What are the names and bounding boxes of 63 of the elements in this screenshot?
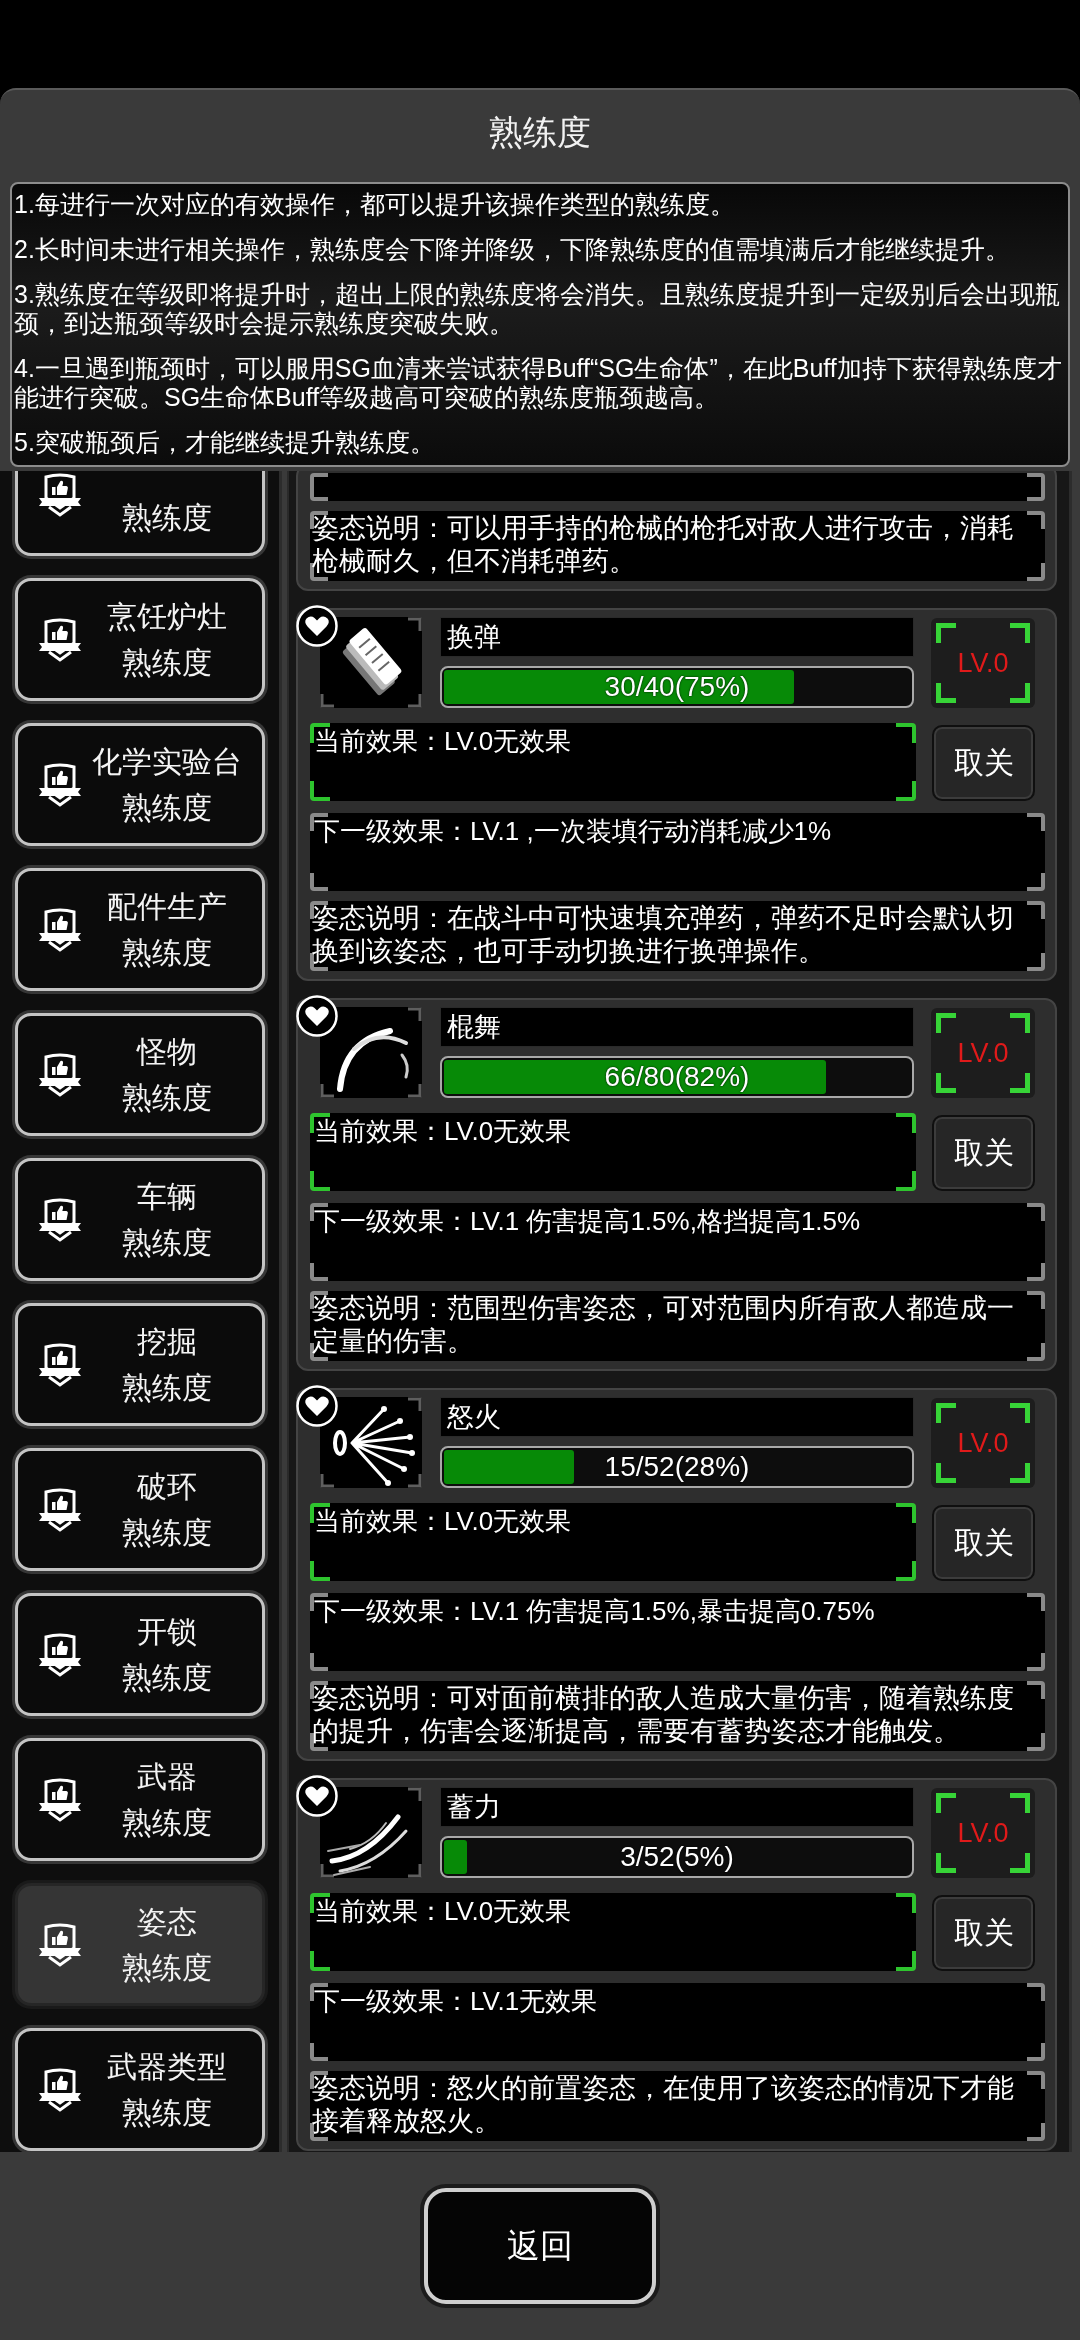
bullet-spray-icon <box>320 1397 422 1488</box>
category-tab[interactable]: 熟练度 <box>15 471 265 556</box>
progress-reading: 66/80(82%) <box>604 1060 750 1094</box>
current-effect-panel: 当前效果：LV.0无效果 <box>310 1113 916 1191</box>
current-effect-panel: 当前效果：LV.0无效果 <box>310 1893 916 1971</box>
rule-text: 4.一旦遇到瓶颈时，可以服用SG血清来尝试获得Buff“SG生命体”，在此Buff加持下获得熟练度才能进行突破。SG生命体Buff等级越高可突破的熟练度瓶颈越高。 <box>14 354 1063 412</box>
unfollow-button[interactable]: 取关 <box>932 1505 1035 1581</box>
stance-description-panel: 姿态说明：可以用手持的枪械的枪托对敌人进行攻击，消耗枪械耐久，但不消耗弹药。 <box>310 511 1045 581</box>
shield-thumbs-up-icon <box>37 1342 83 1387</box>
shield-thumbs-up-icon <box>37 2067 83 2112</box>
skill-name-label: 换弹 <box>440 617 914 657</box>
category-tab[interactable]: 车辆 熟练度 <box>15 1158 265 1281</box>
category-tab[interactable]: 烹饪炉灶 熟练度 <box>15 578 265 701</box>
stance-description-panel: 姿态说明：在战斗中可快速填充弹药，弹药不足时会默认切换到该姿态，也可手动切换进行换弹操作。 <box>310 901 1045 971</box>
category-tab[interactable]: 配件生产 熟练度 <box>15 868 265 991</box>
shield-thumbs-up-icon <box>37 1052 83 1097</box>
stance-description-panel: 姿态说明：可对面前横排的敌人造成大量伤害，随着熟练度的提升，伤害会逐渐提高，需要有蓄势姿态才能触发。 <box>310 1681 1045 1751</box>
current-effect-panel: 当前效果：LV.0无效果 <box>310 723 916 801</box>
shield-thumbs-up-icon <box>37 1197 83 1242</box>
rule-text: 3.熟练度在等级即将提升时，超出上限的熟练度将会消失。且熟练度提升到一定级别后会出现瓶颈，到达瓶颈等级时会提示熟练度突破失败。 <box>14 280 1061 338</box>
rule-text: 1.每进行一次对应的有效操作，都可以提升该操作类型的熟练度。 <box>14 190 736 219</box>
progress-reading: 15/52(28%) <box>604 1450 750 1484</box>
category-tab[interactable]: 武器 熟练度 <box>15 1738 265 1861</box>
shield-thumbs-up-icon <box>37 617 83 662</box>
unfollow-button[interactable]: 取关 <box>932 725 1035 801</box>
next-level-effect-panel: 下一级效果：LV.1 ,一次装填行动消耗减少1% <box>310 813 1045 891</box>
shield-thumbs-up-icon <box>37 907 83 952</box>
speed-lines-icon <box>320 1787 422 1878</box>
current-effect-panel: 当前效果：LV.0无效果 <box>310 1503 916 1581</box>
category-tab[interactable]: 怪物 熟练度 <box>15 1013 265 1136</box>
window-title: 熟练度 <box>489 112 591 153</box>
progress-reading: 30/40(75%) <box>604 670 750 704</box>
shield-thumbs-up-icon <box>37 762 83 807</box>
skill-name-label: 怒火 <box>440 1397 914 1437</box>
category-tab[interactable]: 姿态 熟练度 <box>15 1883 265 2006</box>
category-tab[interactable]: 化学实验台 熟练度 <box>15 723 265 846</box>
magazine-icon <box>320 617 422 708</box>
level-badge: LV.0 <box>931 1398 1035 1488</box>
shield-thumbs-up-icon <box>37 1632 83 1677</box>
arc-strokes-icon <box>320 1007 422 1098</box>
rule-text: 2.长时间未进行相关操作，熟练度会下降并降级，下降熟练度的值需填满后才能继续提升。 <box>14 235 1011 264</box>
shield-thumbs-up-icon <box>37 1922 83 1967</box>
level-badge: LV.0 <box>931 618 1035 708</box>
shield-thumbs-up-icon <box>37 1487 83 1532</box>
level-badge: LV.0 <box>931 1788 1035 1878</box>
skill-name-label: 棍舞 <box>440 1007 914 1047</box>
progress-reading: 3/52(5%) <box>620 1840 734 1874</box>
category-tab[interactable]: 武器类型 熟练度 <box>15 2028 265 2151</box>
stance-description-panel: 姿态说明：范围型伤害姿态，可对范围内所有敌人都造成一定量的伤害。 <box>310 1291 1045 1361</box>
level-badge: LV.0 <box>931 1008 1035 1098</box>
shield-thumbs-up-icon <box>37 1777 83 1822</box>
category-tab[interactable]: 开锁 熟练度 <box>15 1593 265 1716</box>
next-level-effect-panel: 下一级效果：LV.1无效果 <box>310 1983 1045 2061</box>
stance-description-panel: 姿态说明：怒火的前置姿态，在使用了该姿态的情况下才能接着释放怒火。 <box>310 2071 1045 2141</box>
category-tab[interactable]: 破环 熟练度 <box>15 1448 265 1571</box>
shield-thumbs-up-icon <box>37 472 83 517</box>
category-tab[interactable]: 挖掘 熟练度 <box>15 1303 265 1426</box>
next-level-effect-panel: 下一级效果：LV.1 伤害提高1.5%,格挡提高1.5% <box>310 1203 1045 1281</box>
unfollow-button[interactable]: 取关 <box>932 1895 1035 1971</box>
rule-text: 5.突破瓶颈后，才能继续提升熟练度。 <box>14 428 436 457</box>
next-level-effect-panel: 下一级效果：LV.1 伤害提高1.5%,暴击提高0.75% <box>310 1593 1045 1671</box>
unfollow-button[interactable]: 取关 <box>932 1115 1035 1191</box>
skill-name-label: 蓄力 <box>440 1787 914 1827</box>
